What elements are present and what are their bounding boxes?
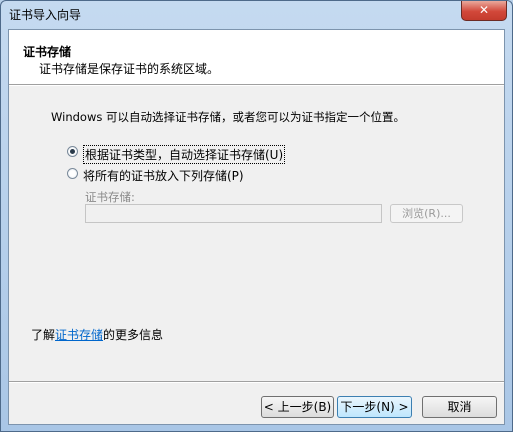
learn-more-text: 了解证书存储的更多信息: [31, 326, 163, 343]
auto-select-radio[interactable]: [67, 146, 78, 157]
store-field-label: 证书存储:: [85, 190, 135, 204]
header-divider: [9, 84, 504, 86]
browse-button[interactable]: 浏览(R)...: [390, 204, 463, 223]
wizard-window: 证书导入向导 ✕ 证书存储 证书存储是保存证书的系统区域。 Windows 可以…: [0, 0, 513, 432]
footer-divider: [9, 381, 504, 383]
manual-store-radio[interactable]: [67, 168, 78, 179]
store-field[interactable]: [85, 204, 382, 223]
auto-select-label[interactable]: 根据证书类型，自动选择证书存储(U): [83, 145, 286, 164]
cancel-button[interactable]: 取消: [422, 396, 497, 418]
page-title: 证书存储: [23, 45, 72, 59]
close-icon: ✕: [478, 3, 490, 17]
back-button[interactable]: < 上一步(B): [261, 396, 334, 418]
wizard-header: 证书存储 证书存储是保存证书的系统区域。: [9, 30, 504, 85]
description-text: Windows 可以自动选择证书存储，或者您可以为证书指定一个位置。: [51, 110, 405, 124]
page-subtitle: 证书存储是保存证书的系统区域。: [39, 62, 220, 76]
close-button[interactable]: ✕: [461, 1, 507, 21]
learn-more-prefix: 了解: [31, 328, 56, 342]
title-bar[interactable]: 证书导入向导 ✕: [1, 1, 512, 28]
learn-more-suffix: 的更多信息: [103, 328, 164, 342]
manual-store-label[interactable]: 将所有的证书放入下列存储(P): [83, 167, 244, 184]
next-button[interactable]: 下一步(N) >: [337, 396, 412, 418]
window-title: 证书导入向导: [9, 8, 82, 22]
wizard-body: 证书存储 证书存储是保存证书的系统区域。 Windows 可以自动选择证书存储，…: [8, 29, 505, 425]
learn-more-link[interactable]: 证书存储: [55, 328, 103, 342]
